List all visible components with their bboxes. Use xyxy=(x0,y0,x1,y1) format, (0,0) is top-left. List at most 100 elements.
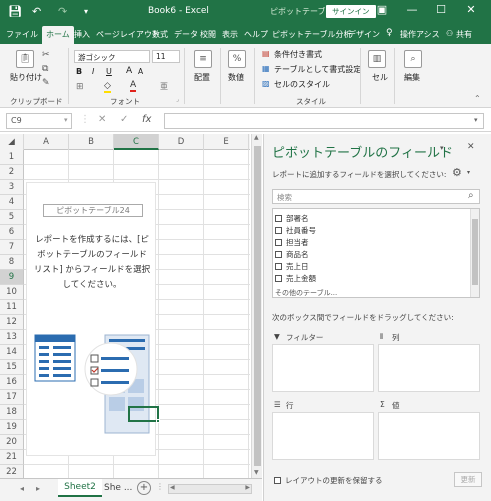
editing-button[interactable]: 編集 xyxy=(404,72,420,83)
active-cell-c9[interactable] xyxy=(128,406,159,422)
bold-button[interactable]: B xyxy=(76,67,82,76)
more-tables-link[interactable]: その他のテーブル... xyxy=(275,288,337,297)
scroll-thumb[interactable] xyxy=(254,146,261,466)
prev-sheet-icon[interactable]: ◂ xyxy=(20,484,24,493)
clipboard-launcher-icon[interactable]: ⌟ xyxy=(57,96,60,103)
row-header[interactable]: 9 xyxy=(0,270,24,285)
tab-formulas[interactable]: 数式 xyxy=(152,29,168,40)
cells-icon[interactable]: ▥ xyxy=(368,50,386,68)
alignment-icon[interactable]: ≡ xyxy=(194,50,212,68)
row-header[interactable]: 1 xyxy=(0,150,24,165)
increase-font-icon[interactable]: A xyxy=(126,66,132,76)
name-box[interactable]: C9 xyxy=(6,113,72,129)
lightbulb-icon[interactable]: ♀ xyxy=(386,28,393,38)
tab-help[interactable]: ヘルプ xyxy=(244,29,268,40)
field-item[interactable]: 商品名 xyxy=(275,249,309,260)
row-header[interactable]: 7 xyxy=(0,240,24,255)
paste-button[interactable]: 貼り付け xyxy=(10,72,42,83)
cells-button[interactable]: セル xyxy=(372,72,388,83)
redo-icon[interactable]: ↷ xyxy=(58,5,67,18)
search-icon[interactable]: ⌕ xyxy=(404,50,422,68)
tab-pivot-analyze[interactable]: ピボットテーブル分析 xyxy=(272,29,352,40)
row-header[interactable]: 13 xyxy=(0,330,24,345)
share-icon[interactable]: ⚇ xyxy=(446,29,453,38)
font-color-icon[interactable]: A xyxy=(130,80,137,92)
checkbox[interactable] xyxy=(274,477,281,484)
collapse-ribbon-icon[interactable]: ⌃ xyxy=(474,94,481,103)
phonetic-icon[interactable]: 亜 xyxy=(160,81,168,92)
row-header[interactable]: 5 xyxy=(0,210,24,225)
cancel-icon[interactable]: ✕ xyxy=(98,114,106,125)
close-pane-icon[interactable]: ✕ xyxy=(467,142,475,152)
tab-file[interactable]: ファイル xyxy=(6,29,38,40)
rows-drop-area[interactable] xyxy=(272,412,374,460)
row-header[interactable]: 4 xyxy=(0,195,24,210)
scroll-left-icon[interactable]: ◀ xyxy=(170,484,175,491)
update-button[interactable]: 更新 xyxy=(454,472,482,487)
field-item[interactable]: 部署名 xyxy=(275,213,309,224)
checkbox[interactable] xyxy=(275,275,282,282)
formula-input[interactable] xyxy=(164,113,484,129)
row-header[interactable]: 11 xyxy=(0,300,24,315)
undo-icon[interactable]: ↶ xyxy=(32,5,41,18)
underline-button[interactable]: U xyxy=(106,67,112,76)
pane-options-dropdown-icon[interactable]: ▾ xyxy=(440,144,444,152)
add-sheet-button[interactable]: + xyxy=(137,481,151,495)
row-header[interactable]: 18 xyxy=(0,405,24,420)
values-drop-area[interactable] xyxy=(378,412,480,460)
cell-styles-button[interactable]: セルのスタイル xyxy=(274,79,330,90)
italic-button[interactable]: I xyxy=(92,67,94,76)
name-box-dropdown-icon[interactable]: ▾ xyxy=(64,116,68,124)
checkbox[interactable] xyxy=(275,239,282,246)
tab-split-icon[interactable]: ⋮ xyxy=(156,482,164,491)
number-button[interactable]: 数値 xyxy=(228,72,244,83)
save-icon[interactable]: 💾︎ xyxy=(8,5,22,18)
maximize-icon[interactable]: ☐ xyxy=(433,3,449,16)
row-header[interactable]: 16 xyxy=(0,375,24,390)
tab-view[interactable]: 表示 xyxy=(222,29,238,40)
scroll-up-icon[interactable]: ▲ xyxy=(254,134,259,141)
scroll-down-icon[interactable]: ▼ xyxy=(254,469,259,476)
row-header[interactable]: 20 xyxy=(0,435,24,450)
checkbox[interactable] xyxy=(275,227,282,234)
customize-quick-access-icon[interactable]: ▾ xyxy=(84,7,88,16)
close-icon[interactable]: ✕ xyxy=(463,3,479,16)
sheet-tab-next[interactable]: She ... xyxy=(104,483,132,493)
borders-icon[interactable]: ⊞ xyxy=(76,82,84,92)
sheet-tab-sheet2[interactable]: Sheet2 xyxy=(58,479,102,497)
expand-formula-bar-icon[interactable]: ▾ xyxy=(474,116,478,124)
filter-drop-area[interactable] xyxy=(272,344,374,392)
field-item[interactable]: 担当者 xyxy=(275,237,309,248)
checkbox[interactable] xyxy=(275,251,282,258)
row-header[interactable]: 17 xyxy=(0,390,24,405)
tab-design[interactable]: デザイン xyxy=(348,29,380,40)
checkbox[interactable] xyxy=(275,263,282,270)
conditional-format-button[interactable]: 条件付き書式 xyxy=(274,49,322,60)
tab-data[interactable]: データ xyxy=(174,29,198,40)
checkbox[interactable] xyxy=(275,215,282,222)
enter-icon[interactable]: ✓ xyxy=(120,114,128,125)
tab-tell-me[interactable]: 操作アシス xyxy=(400,29,440,40)
gear-dropdown-icon[interactable]: ▾ xyxy=(467,169,470,176)
field-list[interactable]: 部署名 社員番号 担当者 商品名 売上日 売上金額 その他のテーブル... xyxy=(272,208,480,298)
field-search-input[interactable]: 検索 xyxy=(272,189,480,204)
scroll-thumb[interactable] xyxy=(472,219,478,285)
columns-drop-area[interactable] xyxy=(378,344,480,392)
copy-icon[interactable]: ⧉ xyxy=(42,64,48,74)
row-header[interactable]: 3 xyxy=(0,180,24,195)
column-header[interactable]: E xyxy=(204,134,249,150)
tab-home[interactable]: ホーム xyxy=(42,26,74,44)
tab-insert[interactable]: 挿入 xyxy=(74,29,90,40)
next-sheet-icon[interactable]: ▸ xyxy=(36,484,40,493)
fill-color-icon[interactable]: ◇ xyxy=(104,81,111,93)
column-header[interactable]: B xyxy=(69,134,114,150)
column-header[interactable]: A xyxy=(24,134,69,150)
font-launcher-icon[interactable]: ⌟ xyxy=(176,96,179,103)
field-item[interactable]: 社員番号 xyxy=(275,225,316,236)
worksheet-grid[interactable]: ◢ ABCDE 1 2 3 4 5 6 7 8 9 10 11 12 13 14 15 16 17 18 19 20 2… xyxy=(0,134,262,478)
percent-icon[interactable]: % xyxy=(228,50,246,68)
defer-update-option[interactable]: レイアウトの更新を保留する xyxy=(274,475,383,486)
format-painter-icon[interactable]: ✎ xyxy=(42,78,50,88)
tab-review[interactable]: 校閲 xyxy=(200,29,216,40)
field-item[interactable]: 売上金額 xyxy=(275,273,316,284)
